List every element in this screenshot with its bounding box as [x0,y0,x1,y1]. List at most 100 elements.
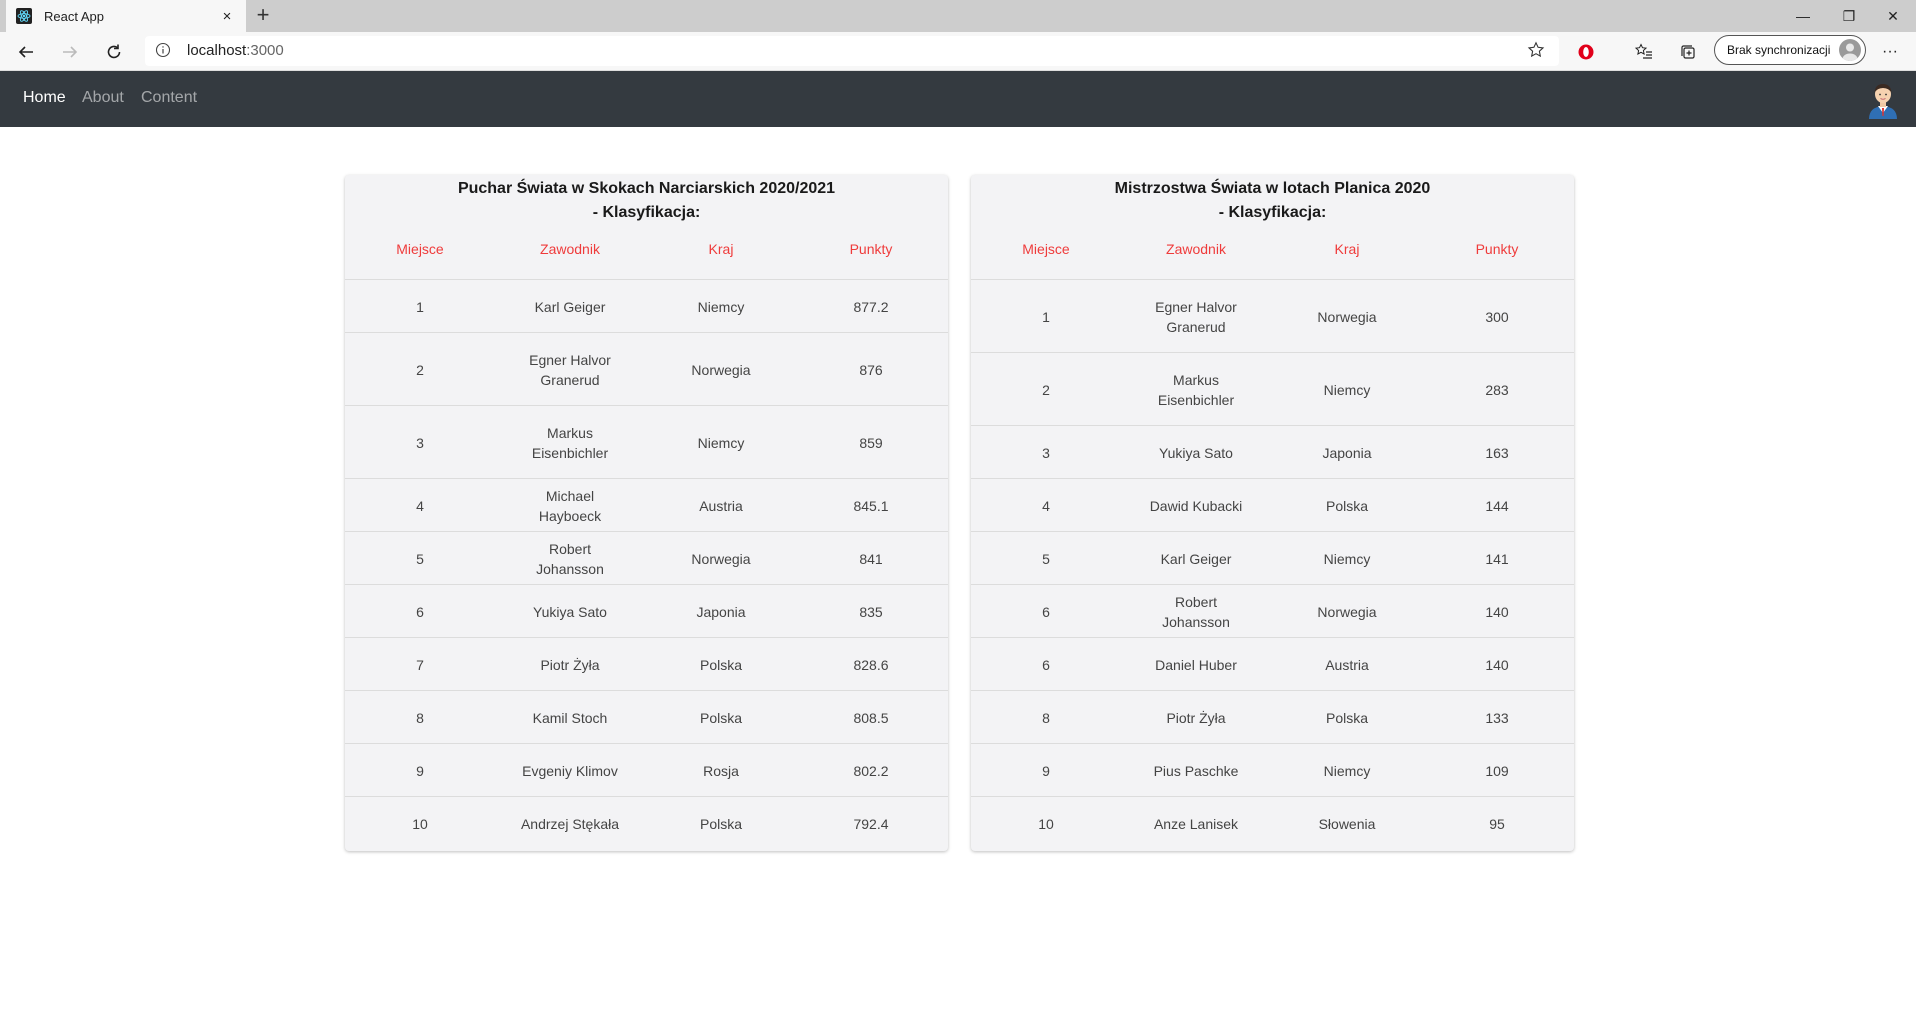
new-tab-button[interactable]: + [252,4,274,27]
nav-home[interactable]: Home [23,89,66,107]
favorites-icon[interactable] [1630,38,1658,66]
cell-punkty-text: 133 [1485,709,1509,726]
cell-miejsce: 8 [345,691,495,744]
cell-zawodnik: Piotr Żyła [495,638,645,691]
cell-miejsce-text: 9 [416,762,424,779]
card-title-line1: Mistrzostwa Świata w lotach Planica 2020 [1114,180,1431,197]
card-title-line1: Puchar Świata w Skokach Narciarskich 202… [457,180,836,197]
cell-punkty-text: 808.5 [853,709,889,726]
cell-zawodnik: Egner Halvor Granerud [1121,280,1271,353]
cell-kraj: Norwegia [1272,280,1422,353]
cell-zawodnik: Karl Geiger [495,280,645,333]
cell-zawodnik-text: Karl Geiger [1160,550,1232,567]
tab-close-icon[interactable]: × [218,8,236,25]
cell-punkty: 792.4 [796,797,946,850]
cell-kraj-text: Austria [1325,656,1369,673]
cell-punkty-text: 140 [1485,603,1509,620]
nav-content[interactable]: Content [141,89,197,107]
cell-miejsce: 4 [971,479,1121,532]
cell-zawodnik-text: Robert Johansson [1162,593,1230,630]
close-window-button[interactable]: ✕ [1870,0,1916,32]
opera-extension-icon[interactable] [1572,38,1600,66]
cell-miejsce-text: 1 [416,298,424,315]
back-icon[interactable] [12,38,40,66]
header-miejsce[interactable]: Miejsce [971,241,1121,257]
forward-icon[interactable] [56,38,84,66]
collections-icon[interactable] [1674,38,1702,66]
table-row: 6 Daniel Huber Austria 140 [971,637,1574,691]
header-punkty[interactable]: Punkty [796,241,946,257]
favorite-star-icon[interactable] [1527,41,1547,61]
cell-punkty: 859 [796,406,946,479]
restore-button[interactable]: ❐ [1826,0,1872,32]
cell-kraj: Norwegia [646,532,796,585]
card-title: Puchar Świata w Skokach Narciarskich 202… [345,177,948,225]
cell-punkty: 802.2 [796,744,946,797]
cell-miejsce-text: 2 [416,361,424,378]
address-bar[interactable]: localhost:3000 [145,36,1559,66]
cell-zawodnik-text: Piotr Żyła [1166,709,1226,726]
url-port: :3000 [246,42,284,59]
cell-zawodnik-text: Piotr Żyła [540,656,600,673]
cell-punkty-text: 109 [1485,762,1509,779]
refresh-icon[interactable] [100,38,128,66]
cell-zawodnik-text: Michael Hayboeck [538,487,602,524]
cell-kraj-text: Polska [699,656,743,673]
cell-zawodnik: Markus Eisenbichler [1121,353,1271,426]
cell-miejsce-text: 6 [1042,603,1050,620]
table-row: 4 Dawid Kubacki Polska 144 [971,478,1574,532]
cell-kraj: Polska [1272,691,1422,744]
cell-miejsce: 3 [345,406,495,479]
cell-punkty: 300 [1422,280,1572,353]
more-menu-icon[interactable]: ··· [1876,38,1904,66]
tab-title: React App [44,8,104,24]
nav-about[interactable]: About [82,89,124,107]
cell-punkty: 876 [796,333,946,406]
cell-miejsce-text: 10 [412,815,428,832]
table-row: 3 Markus Eisenbichler Niemcy 859 [345,405,948,479]
header-punkty[interactable]: Punkty [1422,241,1572,257]
app-navbar: Home About Content [0,71,1916,127]
header-kraj[interactable]: Kraj [1272,241,1422,257]
header-zawodnik[interactable]: Zawodnik [1121,241,1271,257]
browser-toolbar: localhost:3000 Brak synchronizacji ··· [0,32,1916,71]
user-avatar-icon[interactable] [1865,79,1901,119]
cell-miejsce-text: 4 [1042,497,1050,514]
cell-zawodnik-text: Yukiya Sato [1159,444,1233,461]
table-row: 6 Robert Johansson Norwegia 140 [971,584,1574,638]
cell-kraj-text: Polska [1325,709,1369,726]
cell-miejsce-text: 5 [1042,550,1050,567]
sync-button[interactable]: Brak synchronizacji [1714,35,1866,65]
cell-miejsce-text: 2 [1042,381,1050,398]
cell-kraj-text: Niemcy [1323,381,1371,398]
minimize-button[interactable]: — [1780,0,1826,32]
header-miejsce[interactable]: Miejsce [345,241,495,257]
cell-kraj: Słowenia [1272,797,1422,850]
cell-zawodnik-text: Anze Lanisek [1153,815,1239,832]
header-zawodnik[interactable]: Zawodnik [495,241,645,257]
cell-zawodnik: Piotr Żyła [1121,691,1271,744]
cell-kraj: Niemcy [1272,744,1422,797]
cell-miejsce-text: 3 [1042,444,1050,461]
info-icon[interactable] [155,42,173,60]
table-row: 8 Piotr Żyła Polska 133 [971,690,1574,744]
table-row: 2 Markus Eisenbichler Niemcy 283 [971,352,1574,426]
browser-tab[interactable]: React App × [6,0,246,32]
cell-punkty: 109 [1422,744,1572,797]
cell-kraj: Austria [646,479,796,532]
cell-miejsce: 5 [345,532,495,585]
cell-punkty: 828.6 [796,638,946,691]
cell-zawodnik-text: Markus Eisenbichler [1157,371,1235,408]
table-row: 9 Evgeniy Klimov Rosja 802.2 [345,743,948,797]
header-kraj[interactable]: Kraj [646,241,796,257]
url-host: localhost [187,42,247,59]
cell-miejsce: 6 [345,585,495,638]
cell-zawodnik-text: Kamil Stoch [532,709,608,726]
cell-punkty-text: 859 [859,434,883,451]
cell-miejsce: 6 [971,638,1121,691]
url-text[interactable]: localhost:3000 [187,42,284,59]
table-row: 5 Karl Geiger Niemcy 141 [971,531,1574,585]
cell-punkty: 144 [1422,479,1572,532]
profile-avatar-icon [1839,39,1861,61]
cell-miejsce-text: 10 [1038,815,1054,832]
